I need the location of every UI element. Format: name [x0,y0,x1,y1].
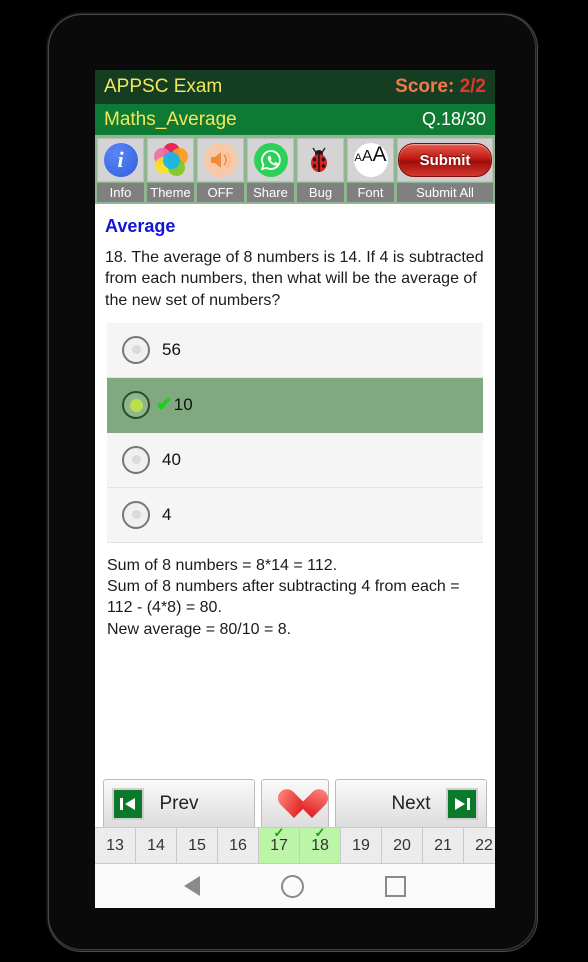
question-text: 18. The average of 8 numbers is 14. If 4… [105,249,484,309]
question-cell-label: 13 [106,836,124,854]
app-title: APPSC Exam [104,76,223,97]
question-cell-13[interactable]: 13 [95,828,136,863]
score-label: Score: [395,76,460,97]
font-size-button[interactable]: AAA [347,138,394,182]
score-display: Score: 2/2 [395,76,486,98]
next-button-label: Next [391,793,431,814]
prev-button-label: Prev [159,793,199,814]
question-cell-19[interactable]: 19 [341,828,382,863]
question-cell-20[interactable]: 20 [382,828,423,863]
submit-button-wrap[interactable]: Submit [397,138,493,182]
heart-icon [278,789,312,820]
toolbar: i A A A Submit [95,135,495,182]
recents-icon[interactable] [385,875,407,897]
question-number-strip[interactable]: 13 14 15 16 ✓ 17 ✓ 18 19 20 21 22 [95,827,495,864]
app-titlebar: APPSC Exam Score: 2/2 [95,70,495,104]
option-label-1: 10 [173,395,193,415]
toolbar-label-theme: Theme [147,183,194,202]
question-cell-label: 14 [147,836,165,854]
question-cell-label: 15 [188,836,206,854]
question-cell-label: 22 [475,836,493,854]
font-size-icon: AAA [353,143,388,177]
radio-icon-2[interactable] [122,445,150,474]
home-icon[interactable] [280,874,304,898]
option-row-2[interactable]: 40 [107,432,483,488]
prev-button[interactable]: Prev [103,779,255,829]
question-cell-16[interactable]: 16 [218,828,259,863]
screenshot-root: APPSC Exam Score: 2/2 Maths_Average Q.18… [0,0,588,962]
back-icon[interactable] [183,876,200,896]
question-cell-label: 21 [434,836,452,854]
option-row-3[interactable]: 4 [107,487,483,543]
category-title: Average [105,216,176,236]
score-value: 2/2 [459,76,486,97]
question-cell-22[interactable]: 22 [464,828,495,863]
question-cell-21[interactable]: 21 [423,828,464,863]
correct-check-icon: ✔ [156,394,173,417]
speaker-icon [203,143,238,177]
toolbar-label-submit-all: Submit All [397,183,493,202]
option-row-1[interactable]: ✔ 10 [107,377,483,433]
option-label-2: 40 [162,449,181,469]
subject-name: Maths_Average [104,108,237,130]
toolbar-label-share: Share [247,183,294,202]
speaker-glyph [210,152,231,168]
option-label-3: 4 [162,504,172,524]
theme-palette-icon [153,143,188,177]
whatsapp-share-icon [253,143,288,177]
submit-button[interactable]: Submit [398,143,492,177]
sound-toggle-button[interactable] [197,138,244,182]
radio-icon-0[interactable] [122,335,150,364]
question-cell-17[interactable]: ✓ 17 [259,828,300,863]
android-navigation-bar [95,864,495,908]
info-icon: i [103,143,138,177]
toolbar-label-bug: Bug [297,183,344,202]
toolbar-label-sound: OFF [197,183,244,202]
question-cell-label: 19 [352,836,370,854]
ladybug-icon [304,144,338,176]
toolbar-label-info: Info [97,183,144,202]
answered-check-icon: ✓ [314,827,326,840]
skip-to-start-icon [112,788,144,820]
next-button[interactable]: Next [335,779,487,829]
navigation-buttons: Prev Next [95,779,495,829]
theme-button[interactable] [147,138,194,182]
phone-screen: APPSC Exam Score: 2/2 Maths_Average Q.18… [95,70,495,908]
info-button[interactable]: i [97,138,144,182]
answered-check-icon: ✓ [273,827,285,840]
whatsapp-glyph [260,150,281,171]
radio-icon-3[interactable] [122,500,150,529]
question-cell-18[interactable]: ✓ 18 [300,828,341,863]
question-counter: Q.18/30 [421,109,486,129]
explanation-text: Sum of 8 numbers = 8*14 = 112. Sum of 8 … [107,556,460,638]
subject-bar: Maths_Average Q.18/30 [95,104,495,135]
question-cell-15[interactable]: 15 [177,828,218,863]
options-list: 56 ✔ 10 40 4 [107,322,483,543]
question-content: Average 18. The average of 8 numbers is … [95,204,495,640]
question-cell-label: 16 [229,836,247,854]
report-bug-button[interactable] [297,138,344,182]
radio-icon-1[interactable] [122,391,150,420]
share-button[interactable] [247,138,294,182]
option-label-0: 56 [162,339,181,359]
question-cell-14[interactable]: 14 [136,828,177,863]
ladybug-glyph [310,147,327,172]
toolbar-labels: Info Theme OFF Share Bug Font Submit All [95,182,495,204]
option-row-0[interactable]: 56 [107,322,483,378]
question-cell-label: 20 [393,836,411,854]
favorite-button[interactable] [261,779,329,829]
skip-to-end-icon [446,788,478,820]
toolbar-label-font: Font [347,183,394,202]
